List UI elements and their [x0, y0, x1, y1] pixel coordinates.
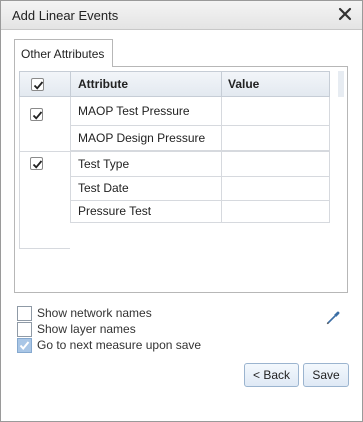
attributes-grid: Attribute Value MAOP Test Pressure MAOP … — [19, 71, 330, 249]
table-row[interactable]: MAOP Test Pressure — [70, 97, 330, 126]
go-to-next-measure-checkbox[interactable] — [17, 338, 32, 353]
value-cell[interactable] — [222, 177, 329, 200]
checkmark-icon — [33, 81, 44, 90]
group-1-checkbox[interactable] — [30, 108, 43, 121]
value-cell[interactable] — [222, 126, 329, 150]
attribute-cell: Pressure Test — [71, 201, 222, 222]
value-cell[interactable] — [222, 152, 329, 176]
checkmark-icon — [32, 111, 43, 120]
value-cell[interactable] — [222, 201, 329, 222]
select-all-checkbox[interactable] — [31, 78, 44, 91]
go-to-next-measure-option[interactable]: Go to next measure upon save — [17, 338, 277, 354]
show-network-names-option[interactable]: Show network names — [17, 306, 277, 322]
attribute-cell: MAOP Test Pressure — [71, 97, 222, 125]
show-layer-names-option[interactable]: Show layer names — [17, 322, 277, 338]
close-icon[interactable] — [338, 7, 352, 21]
checkmark-icon — [19, 341, 30, 351]
column-header-value[interactable]: Value — [222, 72, 329, 96]
table-row[interactable]: MAOP Design Pressure — [70, 126, 330, 151]
tab-other-attributes[interactable]: Other Attributes — [14, 39, 113, 67]
checkmark-icon — [32, 160, 43, 169]
option-label: Show layer names — [37, 322, 136, 336]
add-linear-events-dialog: Add Linear Events Other Attributes Attri… — [0, 0, 363, 422]
dialog-title: Add Linear Events — [12, 8, 119, 23]
grid-header: Attribute Value — [19, 71, 330, 97]
eyedropper-icon[interactable] — [325, 310, 341, 326]
group-2-checkbox[interactable] — [30, 157, 43, 170]
header-check-column — [20, 72, 71, 96]
tab-panel: Other Attributes Attribute Value MAOP Te… — [12, 39, 352, 294]
show-layer-names-checkbox[interactable] — [17, 322, 32, 337]
tab-content: Attribute Value MAOP Test Pressure MAOP … — [14, 66, 348, 293]
grid-scrollbar[interactable] — [338, 71, 344, 97]
attribute-cell: Test Type — [71, 152, 222, 176]
option-label: Show network names — [37, 306, 152, 320]
table-row[interactable]: Test Type — [70, 151, 330, 177]
value-cell[interactable] — [222, 97, 329, 125]
save-button[interactable]: Save — [303, 363, 349, 387]
column-header-attribute[interactable]: Attribute — [71, 72, 222, 96]
attribute-cell: MAOP Design Pressure — [71, 126, 222, 150]
group-divider — [19, 248, 70, 249]
table-row[interactable]: Pressure Test — [70, 201, 330, 223]
grid-left-border — [19, 97, 20, 249]
option-label: Go to next measure upon save — [37, 338, 202, 352]
show-network-names-checkbox[interactable] — [17, 306, 32, 321]
table-row[interactable]: Test Date — [70, 177, 330, 201]
attribute-cell: Test Date — [71, 177, 222, 200]
back-button[interactable]: < Back — [244, 363, 299, 387]
title-bar: Add Linear Events — [1, 1, 362, 30]
tab-label: Other Attributes — [21, 47, 105, 61]
group-divider — [19, 151, 70, 152]
